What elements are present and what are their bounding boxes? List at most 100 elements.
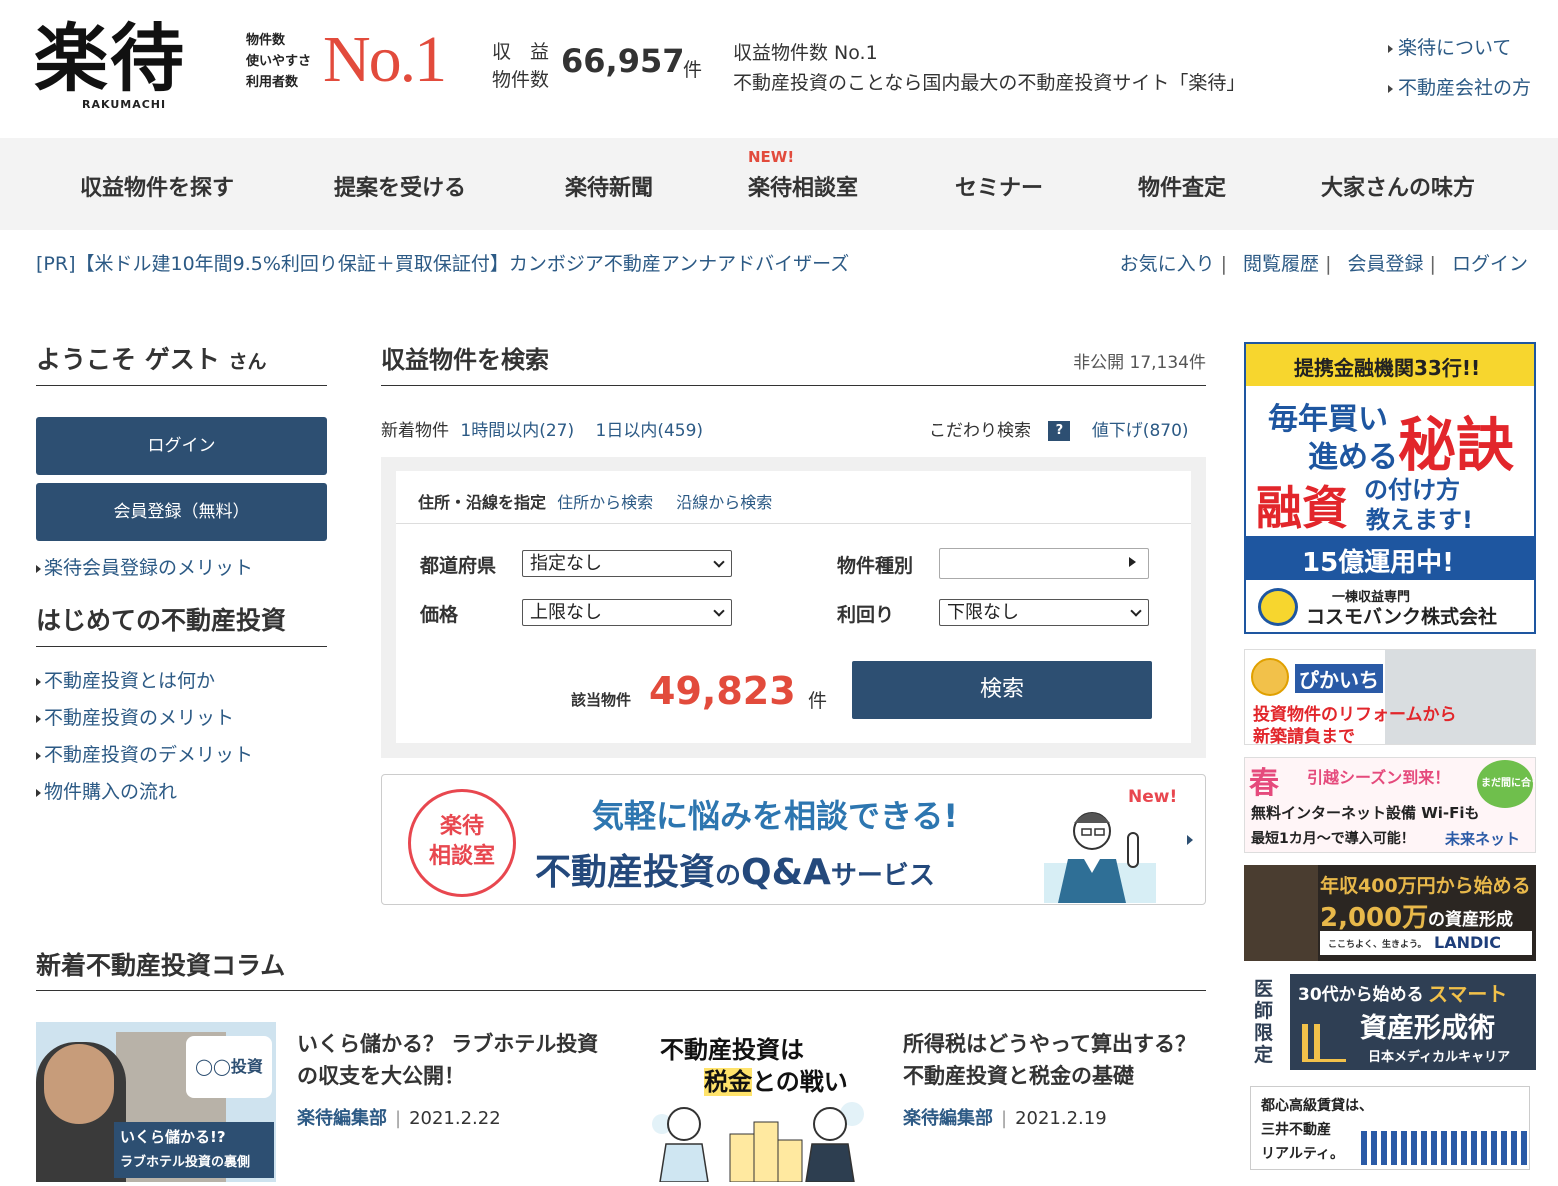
chevron-down-icon: [713, 605, 725, 617]
divider: [396, 523, 1191, 524]
site-header: 楽待 RAKUMACHI 物件数 使いやすさ 利用者数 No.1 収 益 物件数…: [0, 0, 1558, 138]
search-form: 住所・沿線を指定 住所から検索 沿線から検索 都道府県 指定なし 物件種別 価格…: [396, 471, 1191, 743]
login-button[interactable]: ログイン: [36, 417, 327, 475]
beginner-link[interactable]: 物件購入の流れ: [44, 781, 177, 803]
link-separator: |: [1325, 253, 1332, 275]
ad-text: 年収400万円から始める: [1320, 875, 1531, 897]
ad-cosmobank[interactable]: 提携金融機関33行!! 毎年買い 進める 秘訣 融資 の付け方 教えます! 15…: [1244, 342, 1536, 634]
nav-seminar[interactable]: セミナー: [955, 170, 1043, 202]
login-link[interactable]: ログイン: [1452, 253, 1528, 275]
ad-text: ぴかいち: [1295, 664, 1383, 693]
result-count: 49,823: [649, 669, 796, 713]
search-button[interactable]: 検索: [852, 661, 1152, 719]
user-links: お気に入り | 閲覧履歴 | 会員登録 | ログイン: [1120, 249, 1528, 276]
new-1h-link[interactable]: 1時間以内(27): [460, 421, 574, 441]
consult-banner[interactable]: 楽待 相談室 気軽に悩みを相談できる! 不動産投資のQ&Aサービス New!: [381, 774, 1206, 905]
ad-text: 都心高級賃貸は、: [1261, 1098, 1373, 1114]
column-heading: 新着不動産投資コラム: [36, 946, 1206, 991]
favorites-link[interactable]: お気に入り: [1120, 253, 1215, 275]
no1-labels: 物件数 使いやすさ 利用者数: [246, 30, 311, 93]
hidden-count: 非公開 17,134件: [1073, 353, 1206, 373]
no1-badge: No.1: [323, 23, 447, 96]
nav-consult[interactable]: 楽待相談室: [748, 170, 858, 202]
ad-text: 教えます!: [1366, 506, 1473, 534]
nav-proposals[interactable]: 提案を受ける: [334, 170, 466, 202]
tab-line[interactable]: 沿線から検索: [676, 493, 772, 512]
ad-text: 資産形成術: [1360, 1013, 1495, 1044]
thumb-text: 税金: [704, 1068, 752, 1096]
search-box: 住所・沿線を指定 住所から検索 沿線から検索 都道府県 指定なし 物件種別 価格…: [381, 457, 1206, 758]
chevron-right-icon: [1129, 557, 1136, 567]
ad-text: スマート: [1428, 982, 1508, 1006]
triangle-icon: [36, 714, 41, 723]
ad-landic[interactable]: 年収400万円から始める 2,000万 の資産形成 ここちよく、生きよう。 LA…: [1244, 865, 1536, 961]
pref-value: 指定なし: [530, 553, 602, 574]
nav-search-property[interactable]: 収益物件を探す: [80, 170, 234, 202]
register-link[interactable]: 会員登録: [1348, 253, 1424, 275]
article-author: 楽待編集部: [903, 1108, 993, 1129]
thumb-text-row: 税金との戦い: [704, 1062, 848, 1097]
ad-text: 2,000万: [1320, 903, 1429, 933]
ad-mirainet[interactable]: 春 引越シーズン到来！ まだ間に合う 無料インターネット設備 Wi-Fiも 最短…: [1244, 757, 1536, 853]
advanced-row: こだわり検索 ? 値下げ(870): [929, 416, 1189, 441]
about-link[interactable]: 楽待について: [1398, 37, 1511, 59]
new-label: 新着物件: [381, 421, 449, 441]
merit-link[interactable]: 楽待会員登録のメリット: [44, 557, 253, 579]
property-count: 66,957: [561, 42, 685, 80]
price-down-link[interactable]: 値下げ(870): [1092, 421, 1189, 441]
beginner-link[interactable]: 不動産投資とは何か: [44, 670, 215, 692]
beginner-link[interactable]: 不動産投資のデメリット: [44, 744, 253, 766]
search-panel: 収益物件を検索 非公開 17,134件 新着物件 1時間以内(27) 1日以内(…: [381, 340, 1206, 905]
nav-landlord[interactable]: 大家さんの味方: [1321, 170, 1475, 202]
ad-mitsui[interactable]: 都心高級賃貸は、 三井不動産 リアルティ。: [1250, 1086, 1530, 1170]
advanced-search-link[interactable]: こだわり検索: [929, 421, 1031, 441]
thumb-text: ラブホテル投資の裏側: [120, 1155, 251, 1170]
pr-link[interactable]: [PR]【米ドル建10年間9.5%利回り保証＋買取保証付】カンボジア不動産アンナ…: [36, 249, 849, 276]
no1-label: 使いやすさ: [246, 54, 312, 69]
chevron-down-icon: [1130, 605, 1142, 617]
nav-appraisal[interactable]: 物件査定: [1138, 170, 1226, 202]
ad-text: LANDIC: [1434, 933, 1501, 952]
ad-text: の資産形成: [1428, 910, 1513, 930]
thumb-text: 不動産投資は: [660, 1036, 804, 1064]
article-card[interactable]: 不動産投資は 税金との戦い 所得税はどうやって算出する？ 不動産投資と税金の基礎…: [642, 1022, 1212, 1182]
ad-pikaichi[interactable]: ぴかいち 投資物件のリフォームから 新築請負まで: [1244, 649, 1536, 745]
nav-news[interactable]: 楽待新聞: [565, 170, 653, 202]
ad-text: 引越シーズン到来！: [1307, 768, 1451, 787]
help-icon[interactable]: ?: [1048, 421, 1071, 441]
face-image: [44, 1044, 114, 1124]
article-card[interactable]: ◯◯投資 いくら儲かる!? ラブホテル投資の裏側 いくら儲かる？ ラブホテル投資…: [36, 1022, 606, 1182]
site-logo[interactable]: 楽待: [34, 14, 186, 104]
ad-medical[interactable]: 医師限定 30代から始める スマート 資産形成術 日本メディカルキャリア: [1244, 974, 1536, 1070]
history-link[interactable]: 閲覧履歴: [1243, 253, 1319, 275]
type-select[interactable]: [939, 548, 1149, 579]
tab-address[interactable]: 住所から検索: [557, 493, 653, 512]
triangle-icon: [36, 751, 41, 760]
welcome-heading: ようこそ ゲスト さん: [36, 340, 327, 386]
triangle-icon: [36, 677, 41, 686]
register-button[interactable]: 会員登録（無料）: [36, 483, 327, 541]
column-section: 新着不動産投資コラム ◯◯投資 いくら儲かる!? ラブホテル投資の裏側 いくら儲…: [36, 946, 1206, 1182]
yield-select[interactable]: 下限なし: [939, 599, 1149, 626]
pref-select[interactable]: 指定なし: [522, 550, 732, 577]
tagline-line: 収益物件数 No.1: [733, 42, 878, 64]
person-illustration: [1044, 812, 1156, 903]
consult-badge: 楽待 相談室: [408, 789, 516, 897]
beginner-link[interactable]: 不動産投資のメリット: [44, 707, 234, 729]
chevron-down-icon: [713, 556, 725, 568]
realtor-link[interactable]: 不動産会社の方: [1398, 77, 1531, 99]
count-label: 物件数: [492, 69, 550, 91]
new-arrivals: 新着物件 1時間以内(27) 1日以内(459): [381, 416, 703, 441]
type-label: 物件種別: [837, 555, 914, 577]
article-author: 楽待編集部: [297, 1108, 387, 1129]
yield-label: 利回り: [837, 604, 895, 626]
new-tag: New!: [1128, 787, 1178, 807]
count-label: 収 益: [492, 41, 550, 63]
search-tabs: 住所・沿線を指定 住所から検索 沿線から検索: [418, 489, 772, 513]
ad-text: 提携金融機関33行!!: [1294, 356, 1481, 380]
price-select[interactable]: 上限なし: [522, 599, 732, 626]
new-1d-link[interactable]: 1日以内(459): [596, 421, 704, 441]
room-photo: [1385, 650, 1535, 744]
ad-text: 医師限定: [1254, 978, 1274, 1066]
banner-text: Q&A: [741, 852, 831, 893]
